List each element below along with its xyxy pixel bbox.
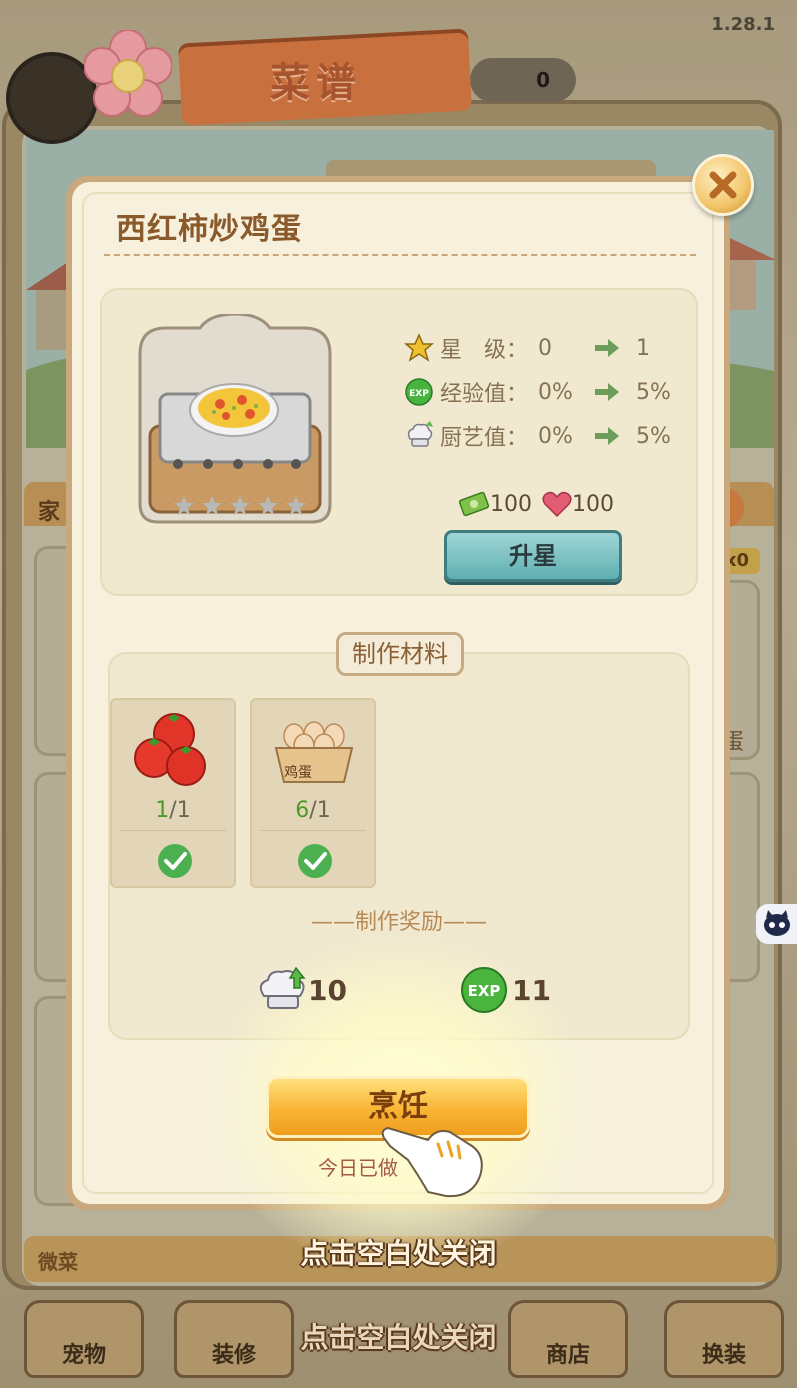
reward-cooking-value: 10 [308,973,347,1007]
stat-label: 厨艺值： [440,426,529,451]
stat-row-exp: EXP 经验值： 0% 5% [404,374,671,410]
heart-cost-value: 100 [572,491,614,517]
heart-icon [542,491,572,518]
material-count: 1/1 [155,798,191,823]
stat-label: 星 级： [440,338,529,363]
assistant-bot-icon[interactable] [756,904,797,944]
materials-header: 制作材料 [336,632,464,676]
heart-cost: 100 [542,490,614,518]
empty-star-icon [258,496,278,515]
material-tile-tomato[interactable]: 1/1 [110,698,236,888]
chef-hat-icon [259,966,306,1009]
stat-from-value: 0% [538,423,573,449]
coin-counter: 0 [470,58,576,102]
check-icon [298,844,332,878]
stat-from-value: 0% [538,379,573,405]
stat-to-value: 5% [636,423,671,449]
flower-icon [83,29,173,118]
exp-icon: EXP [461,967,507,1013]
svg-text:EXP: EXP [468,982,501,1000]
close-hint-secondary: 点击空白处关闭 [300,1321,497,1354]
cash-icon [458,491,490,517]
cash-cost: 100 [458,490,532,518]
svg-text:EXP: EXP [409,389,429,399]
arrow-right-icon [595,427,619,445]
stat-row-star: 星 级： 0 1 [404,330,650,366]
stat-label: 经验值： [440,382,529,407]
stat-row-cooking: 厨艺值： 0% 5% [404,418,671,454]
reward-cooking: 10 [256,966,347,1014]
empty-star-icon [286,496,306,515]
empty-star-icon [202,496,222,515]
version-label: 1.28.1 [711,14,775,35]
cash-cost-value: 100 [490,491,532,517]
empty-star-icon [174,496,194,515]
close-button[interactable] [692,154,754,216]
close-hint[interactable]: 点击空白处关闭 [0,1232,797,1272]
egg-crate-label: 鸡蛋 [284,765,312,781]
chef-hat-icon [407,421,433,447]
close-icon [709,171,737,199]
stat-from-value: 0 [538,335,552,361]
reward-exp: EXP 11 [460,966,551,1014]
reward-exp-value: 11 [512,973,551,1007]
tomato-icon [134,713,206,786]
stat-to-value: 1 [636,335,650,361]
arrow-right-icon [595,339,619,357]
material-need: 1 [176,798,191,823]
section-label: 家 [38,500,61,525]
material-have: 1 [155,798,170,823]
tutorial-pointer-hand-icon [380,1116,490,1202]
empty-star-icon [230,496,250,515]
upgrade-star-button[interactable]: 升星 [444,530,622,582]
tile-divider [120,830,226,831]
stat-to-value: 5% [636,379,671,405]
tile-divider [260,830,366,831]
check-icon [158,844,192,878]
upgrade-cost: 100 100 [458,490,624,518]
reward-title: ——制作奖励—— [310,910,487,935]
page-title: 菜谱 [270,60,362,106]
material-count: 6/1 [295,798,331,823]
star-rating [172,494,308,518]
material-need: 1 [316,798,331,823]
star-icon [404,333,434,362]
arrow-right-icon [595,383,619,401]
material-have: 6 [295,798,310,823]
material-tile-eggs[interactable]: 鸡蛋 6/1 [250,698,376,888]
title-divider [104,254,696,256]
exp-icon: EXP [405,378,433,406]
dish-name: 西红柿炒鸡蛋 [116,212,302,247]
